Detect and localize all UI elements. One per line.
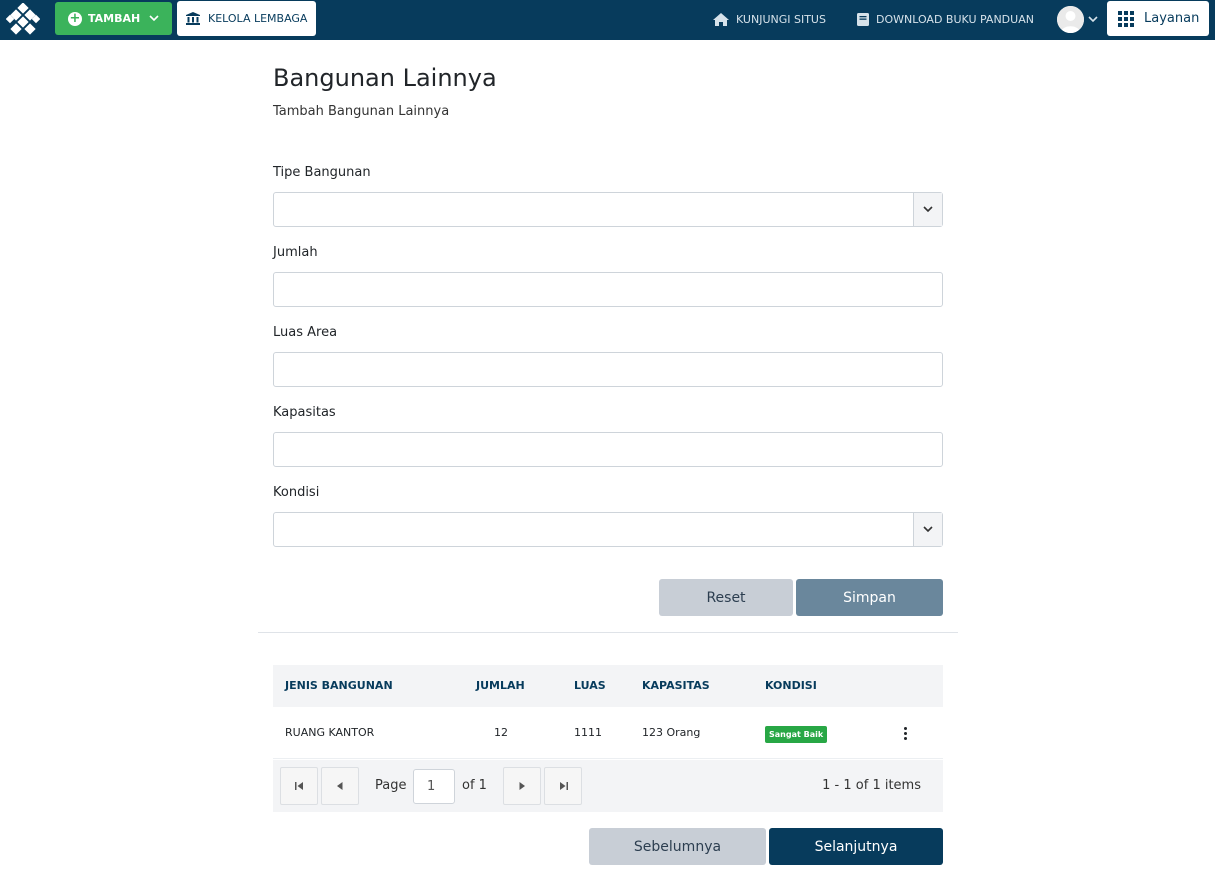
sebelumnya-button[interactable]: Sebelumnya [589,828,766,865]
status-badge: Sangat Baik [765,726,828,743]
chevron-down-icon[interactable] [913,193,942,226]
kunjungi-label: KUNJUNGI SITUS [736,12,826,26]
column-header-jumlah[interactable]: JUMLAH [476,679,525,692]
jumlah-label: Jumlah [273,245,318,260]
last-page-icon[interactable] [544,767,582,805]
chevron-down-icon [1088,15,1098,22]
tambah-label: TAMBAH [88,12,141,25]
page-number-input[interactable]: 1 [413,769,455,804]
cell-jumlah: 12 [494,726,508,739]
kondisi-label: Kondisi [273,485,320,500]
plus-circle-icon: + [68,10,82,26]
kunjungi-situs-link[interactable]: KUNJUNGI SITUS [713,0,826,38]
cell-luas: 1111 [574,726,602,739]
luas-area-input[interactable] [273,352,943,387]
kapasitas-label: Kapasitas [273,405,336,420]
tipe-bangunan-label: Tipe Bangunan [273,165,371,180]
first-page-icon[interactable] [280,767,318,805]
layanan-label: Layanan [1144,11,1200,26]
kelola-lembaga-button[interactable]: KELOLA LEMBAGA [177,1,316,36]
download-panduan-link[interactable]: DOWNLOAD BUKU PANDUAN [857,0,1034,38]
column-header-jenis[interactable]: JENIS BANGUNAN [285,679,393,692]
logo-icon[interactable] [5,2,41,37]
next-page-icon[interactable] [503,767,541,805]
page-title: Bangunan Lainnya [273,64,497,92]
page-label: Page [375,778,407,793]
top-navbar: + TAMBAH KELOLA LEMBAGA KUNJUNGI SITUS D… [0,0,1215,40]
tipe-bangunan-select[interactable] [273,192,943,227]
luas-area-label: Luas Area [273,325,338,340]
page-subtitle: Tambah Bangunan Lainnya [273,104,450,119]
pager: Page 1 of 1 1 - 1 of 1 items [273,760,943,812]
cell-kapasitas: 123 Orang [642,726,701,739]
layanan-button[interactable]: Layanan [1107,1,1209,36]
prev-page-icon[interactable] [321,767,359,805]
grid-icon [1118,10,1134,27]
avatar [1057,5,1084,33]
book-icon [857,12,869,26]
selanjutnya-button[interactable]: Selanjutnya [769,828,943,865]
pager-info: 1 - 1 of 1 items [822,778,921,793]
column-header-kapasitas[interactable]: KAPASITAS [642,679,710,692]
page-of-label: of 1 [462,778,487,793]
column-header-luas[interactable]: LUAS [574,679,606,692]
cell-jenis: RUANG KANTOR [285,726,375,739]
reset-button[interactable]: Reset [659,579,793,616]
home-icon [713,12,729,26]
simpan-button[interactable]: Simpan [796,579,943,616]
jumlah-input[interactable] [273,272,943,307]
chevron-down-icon [149,12,159,25]
download-label: DOWNLOAD BUKU PANDUAN [876,12,1034,26]
tambah-button[interactable]: + TAMBAH [55,2,172,35]
kapasitas-input[interactable] [273,432,943,467]
chevron-down-icon[interactable] [913,513,942,546]
kelola-label: KELOLA LEMBAGA [208,12,308,25]
kondisi-select[interactable] [273,512,943,547]
user-menu[interactable] [1057,5,1099,33]
divider [258,632,958,633]
bank-icon [186,12,200,25]
table-row: RUANG KANTOR 12 1111 123 Orang Sangat Ba… [273,707,943,759]
column-header-kondisi[interactable]: KONDISI [765,679,817,692]
table-header: JENIS BANGUNAN JUMLAH LUAS KAPASITAS KON… [273,665,943,707]
kebab-icon[interactable] [898,723,912,743]
